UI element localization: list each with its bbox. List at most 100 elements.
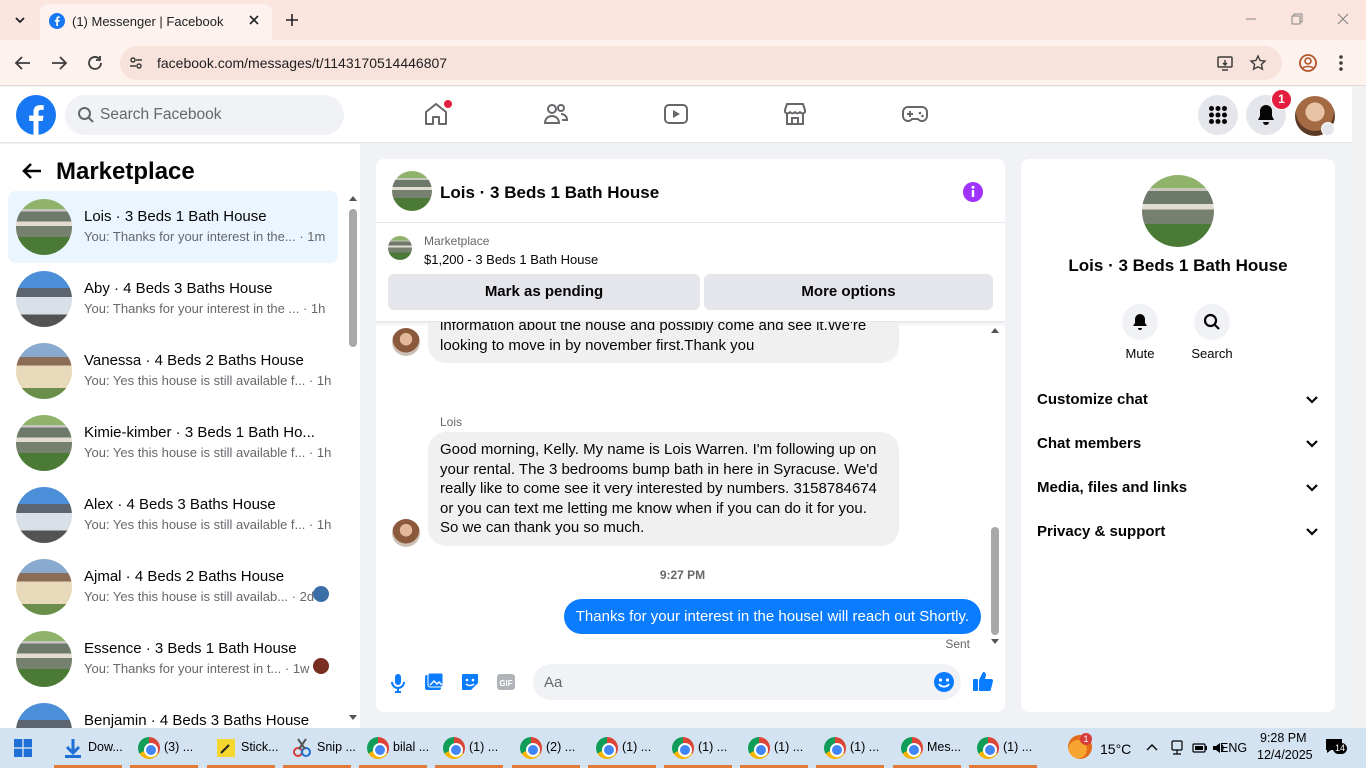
tab-search-button[interactable] — [8, 8, 32, 32]
message-scrollbar[interactable] — [988, 322, 1002, 652]
video-icon[interactable] — [663, 101, 689, 127]
language-indicator[interactable]: ENG — [1220, 741, 1247, 755]
taskbar-app-button[interactable]: (2) ... — [510, 728, 582, 768]
bookmark-star-icon[interactable] — [1249, 54, 1267, 72]
message-scroll-thumb[interactable] — [991, 527, 999, 635]
more-options-button[interactable]: More options — [704, 274, 993, 310]
message-input[interactable]: Aa — [533, 664, 961, 700]
close-tab-icon[interactable] — [247, 13, 261, 27]
new-tab-icon[interactable] — [282, 10, 302, 30]
weather-badge: 1 — [1080, 733, 1092, 745]
taskbar-app-button[interactable]: (1) ... — [586, 728, 658, 768]
taskbar-app-button[interactable]: (1) ... — [433, 728, 505, 768]
taskbar-app-button[interactable]: bilal ... — [357, 728, 429, 768]
message-text: Thanks for your interest in the houseI w… — [575, 608, 969, 625]
outgoing-message[interactable]: Thanks for your interest in the houseI w… — [563, 599, 981, 634]
home-notification-dot — [444, 100, 452, 108]
reload-icon[interactable] — [86, 54, 104, 72]
chat-list-scrollbar[interactable] — [346, 192, 360, 722]
back-arrow-icon[interactable] — [22, 162, 42, 180]
chat-list-item[interactable]: Essence · 3 Beds 1 Bath House You: Thanks… — [8, 623, 338, 695]
battery-icon[interactable] — [1192, 740, 1208, 756]
chat-list-item[interactable]: Vanessa · 4 Beds 2 Baths House You: Yes t… — [8, 335, 338, 407]
privacy-support-section[interactable]: Privacy & support — [1037, 510, 1319, 554]
gaming-icon[interactable] — [901, 101, 929, 127]
tab-title: (1) Messenger | Facebook — [72, 14, 224, 29]
message-status: Sent — [945, 637, 970, 651]
chat-list-scroll-thumb[interactable] — [349, 209, 357, 347]
url-text[interactable]: facebook.com/messages/t/1143170514446807 — [157, 55, 447, 71]
clock-time[interactable]: 9:28 PM — [1260, 731, 1307, 745]
marketplace-icon[interactable] — [782, 101, 808, 127]
profile-icon[interactable] — [1298, 53, 1318, 73]
sender-avatar[interactable] — [392, 519, 420, 547]
install-app-icon[interactable] — [1216, 54, 1234, 72]
chat-list-item[interactable]: Kimie-kimber · 3 Beds 1 Bath Ho... You: Y… — [8, 407, 338, 479]
browser-menu-icon[interactable] — [1336, 53, 1346, 73]
chat-preview: You: Yes this house is still available f… — [84, 373, 332, 388]
windows-start-icon[interactable] — [14, 739, 32, 757]
taskbar-app-button[interactable]: (3) ... — [128, 728, 200, 768]
minimize-icon[interactable] — [1244, 12, 1258, 26]
search-action[interactable]: Search — [1182, 304, 1242, 361]
message-text: information about the house and possibly… — [440, 322, 867, 334]
media-files-links-section[interactable]: Media, files and links — [1037, 466, 1319, 510]
account-chevron-icon[interactable] — [1321, 122, 1335, 136]
chat-members-section[interactable]: Chat members — [1037, 422, 1319, 466]
taskbar-app-button[interactable]: Snip ... — [281, 728, 356, 768]
info-icon[interactable] — [962, 181, 984, 203]
listing-thumbnail[interactable] — [388, 236, 412, 260]
network-device-icon[interactable] — [1170, 740, 1184, 756]
taskbar-app-button[interactable]: (1) ... — [738, 728, 810, 768]
temperature[interactable]: 15°C — [1100, 741, 1131, 757]
customize-chat-section[interactable]: Customize chat — [1037, 378, 1319, 422]
taskbar-app-button[interactable]: Mes... — [891, 728, 963, 768]
chrome-icon — [138, 737, 160, 759]
details-avatar[interactable] — [1142, 175, 1214, 247]
chat-name: Aby · 4 Beds 3 Baths House — [84, 280, 273, 297]
friends-icon[interactable] — [543, 101, 569, 127]
forward-icon[interactable] — [50, 54, 68, 72]
back-icon[interactable] — [14, 54, 32, 72]
notification-center-button[interactable]: 14 — [1325, 738, 1348, 758]
chat-list-item[interactable]: Ajmal · 4 Beds 2 Baths House You: Yes thi… — [8, 551, 338, 623]
taskbar-app-label: (1) ... — [774, 740, 804, 754]
sender-avatar[interactable] — [392, 328, 420, 356]
address-bar[interactable]: facebook.com/messages/t/1143170514446807 — [120, 46, 1282, 80]
close-window-icon[interactable] — [1336, 12, 1350, 26]
site-settings-icon[interactable] — [128, 55, 144, 71]
taskbar-app-button[interactable]: (1) ... — [967, 728, 1039, 768]
facebook-search[interactable]: Search Facebook — [65, 95, 344, 135]
thumbs-up-icon[interactable] — [972, 670, 994, 692]
chevron-up-icon[interactable] — [1146, 742, 1158, 752]
sticker-icon[interactable] — [460, 672, 480, 692]
microphone-icon[interactable] — [390, 673, 406, 693]
taskbar-app-button[interactable]: Dow... — [52, 728, 124, 768]
photo-icon[interactable] — [424, 672, 444, 692]
emoji-icon[interactable] — [933, 671, 955, 693]
chrome-icon — [443, 737, 465, 759]
conversation-avatar[interactable] — [392, 171, 432, 211]
browser-tab-messenger[interactable]: (1) Messenger | Facebook — [40, 4, 272, 40]
chat-list-item[interactable]: Lois · 3 Beds 1 Bath House You: Thanks fo… — [8, 191, 338, 263]
clock-date[interactable]: 12/4/2025 — [1257, 748, 1313, 762]
chat-list-item[interactable]: Aby · 4 Beds 3 Baths House You: Thanks fo… — [8, 263, 338, 335]
incoming-message[interactable]: Good morning, Kelly. My name is Lois War… — [428, 432, 899, 546]
incoming-message[interactable]: information about the house and possibly… — [428, 322, 899, 363]
taskbar-app-button[interactable]: Stick... — [205, 728, 279, 768]
marketplace-chat-list-pane: Marketplace Lois · 3 Beds 1 Bath House Yo… — [0, 144, 360, 759]
page-scrollbar[interactable] — [1352, 87, 1366, 727]
facebook-logo-icon[interactable] — [16, 95, 56, 135]
menu-button[interactable] — [1198, 95, 1238, 135]
chat-list-item[interactable]: Alex · 4 Beds 3 Baths House You: Yes this… — [8, 479, 338, 551]
taskbar-app-button[interactable]: (1) ... — [662, 728, 734, 768]
taskbar-app-button[interactable]: (1) ... — [814, 728, 886, 768]
chat-avatar — [16, 487, 72, 543]
gif-icon[interactable]: GIF — [496, 672, 516, 692]
listing-title[interactable]: $1,200 - 3 Beds 1 Bath House — [424, 252, 598, 267]
mark-as-pending-button[interactable]: Mark as pending — [388, 274, 700, 310]
conversation-title[interactable]: Lois · 3 Beds 1 Bath House — [440, 183, 659, 203]
restore-icon[interactable] — [1290, 12, 1304, 26]
taskbar-app-label: (1) ... — [1003, 740, 1033, 754]
mute-action[interactable]: Mute — [1110, 304, 1170, 361]
